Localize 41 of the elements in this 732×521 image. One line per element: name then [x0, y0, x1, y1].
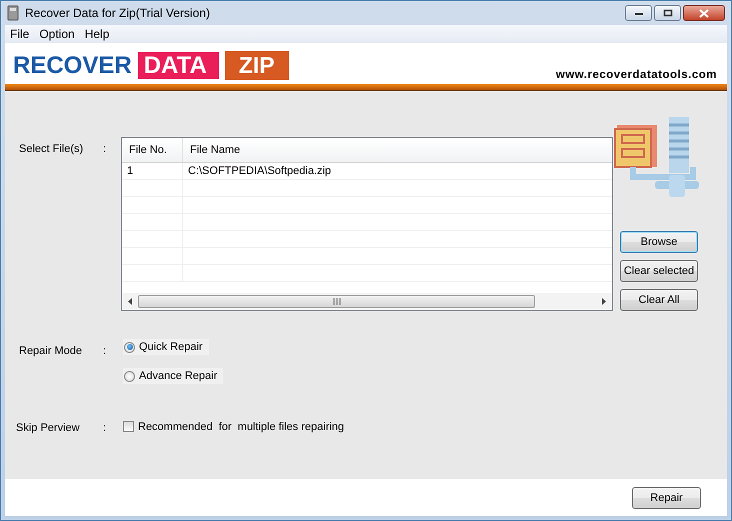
minimize-icon[interactable] [634, 10, 644, 16]
select-files-label: Select File(s) [19, 142, 84, 157]
table-cell: 1 [127, 165, 134, 177]
maximize-button[interactable] [654, 5, 681, 21]
scroll-thumb[interactable] [138, 295, 535, 308]
menu-item[interactable]: Help [80, 27, 114, 41]
website-url: www.recoverdatatools.com [556, 69, 717, 81]
label-colon: : [103, 421, 108, 434]
horizontal-scrollbar[interactable] [122, 293, 612, 310]
action-button[interactable]: Clear selected [620, 260, 698, 282]
scroll-right-icon[interactable] [602, 298, 606, 305]
radio-option[interactable]: Quick Repair [123, 339, 209, 355]
logo-word: DATA [138, 52, 219, 79]
radio-icon[interactable] [124, 342, 135, 352]
radio-option[interactable]: Advance Repair [123, 368, 224, 384]
scroll-left-icon[interactable] [128, 298, 132, 305]
menu-item[interactable]: Option [34, 27, 80, 41]
minimize-button[interactable] [625, 5, 652, 21]
file-table[interactable]: File No. File Name 1 C:\SOFTPEDIA\Softpedia.zip [121, 137, 613, 311]
close-button[interactable] [683, 5, 725, 21]
repair-mode-label: Repair Mode [19, 344, 83, 359]
app-icon [7, 5, 19, 21]
column-header[interactable]: File Name [183, 138, 612, 162]
maximize-icon[interactable] [662, 9, 672, 17]
logo-word: RECOVER [13, 52, 132, 80]
label-colon: : [103, 344, 108, 359]
table-cell: C:\SOFTPEDIA\Softpedia.zip [188, 165, 332, 177]
menu-item[interactable]: File [5, 27, 34, 41]
action-button[interactable]: Clear All [620, 289, 698, 311]
action-button[interactable]: Browse [620, 231, 698, 253]
checkbox[interactable] [123, 421, 134, 432]
close-icon[interactable] [699, 8, 709, 18]
label-colon: : [103, 142, 108, 157]
repair-button[interactable]: Repair [632, 486, 701, 508]
column-header[interactable]: File No. [122, 138, 183, 162]
skip-preview-label: Skip Perview [16, 421, 81, 434]
window-title: Recover Data for Zip(Trial Version) [25, 6, 210, 20]
checkbox-label[interactable]: Recommended for multiple files repairing [138, 420, 344, 432]
radio-icon[interactable] [124, 370, 135, 382]
logo-word: ZIP [224, 51, 289, 80]
grip-icon [332, 298, 340, 305]
